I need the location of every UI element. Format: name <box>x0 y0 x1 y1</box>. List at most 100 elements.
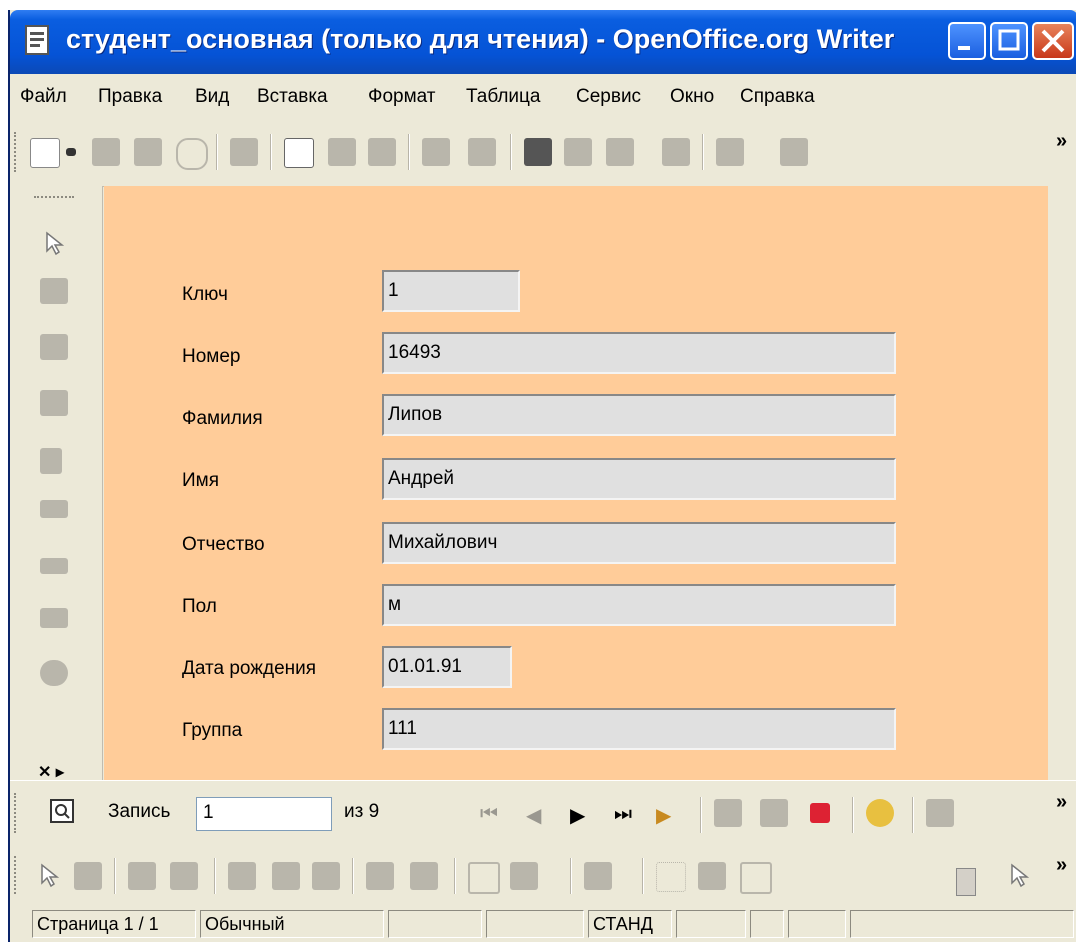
field-label-birthdate: Дата рождения <box>182 658 317 679</box>
toolbar-separator <box>570 858 572 894</box>
menu-window[interactable]: Окно <box>670 86 714 108</box>
anchor-icon[interactable] <box>510 862 538 890</box>
undo-record-icon[interactable] <box>760 799 788 827</box>
previous-record-button[interactable]: ◀ <box>526 803 541 828</box>
email-icon[interactable] <box>176 138 208 170</box>
snap-icon[interactable] <box>698 862 726 890</box>
menu-table[interactable]: Таблица <box>466 86 541 108</box>
formatted-field-icon[interactable] <box>40 390 68 416</box>
close-button[interactable] <box>1032 22 1074 60</box>
textbox-control-icon[interactable] <box>128 862 156 890</box>
toolbar-grip[interactable] <box>14 132 20 172</box>
document-right-edge <box>1048 186 1076 780</box>
next-record-button[interactable]: ▶ <box>570 803 585 828</box>
print-icon[interactable] <box>328 138 356 166</box>
field-label-surname: Фамилия <box>182 408 263 429</box>
status-language <box>486 910 584 938</box>
list-box-icon[interactable] <box>40 558 68 574</box>
combo-box-icon[interactable] <box>40 608 68 628</box>
field-list-icon[interactable] <box>410 862 438 890</box>
menu-tools[interactable]: Сервис <box>576 86 641 108</box>
field-input-name[interactable]: Андрей <box>382 458 896 500</box>
combo-box-icon[interactable] <box>272 862 300 890</box>
spellcheck-icon[interactable] <box>422 138 450 166</box>
field-input-group[interactable]: 111 <box>382 708 896 750</box>
field-input-surname[interactable]: Липов <box>382 394 896 436</box>
maximize-button[interactable] <box>990 22 1028 60</box>
alignment-icon[interactable] <box>584 862 612 890</box>
first-record-button[interactable]: ⏮ <box>480 803 498 826</box>
title-bar[interactable]: студент_основная (только для чтения) - O… <box>10 10 1076 74</box>
field-label-key: Ключ <box>182 284 228 305</box>
save-icon[interactable] <box>134 138 162 166</box>
select-pointer-icon[interactable] <box>38 862 60 888</box>
toolbar-separator <box>270 134 272 170</box>
list-box-icon[interactable] <box>228 862 256 890</box>
push-button-icon[interactable] <box>40 448 62 474</box>
undo-icon[interactable] <box>716 138 744 166</box>
redo-icon[interactable] <box>780 138 808 166</box>
field-label-gender: Пол <box>182 596 217 617</box>
field-input-gender[interactable]: м <box>382 584 896 626</box>
toolbar-separator <box>216 134 218 170</box>
drawbar-more-icon[interactable]: » <box>1056 854 1067 877</box>
field-input-key[interactable]: 1 <box>382 270 520 312</box>
formatted-field-icon[interactable] <box>170 862 198 890</box>
save-record-icon[interactable] <box>714 799 742 827</box>
record-number-input[interactable]: 1 <box>196 797 332 831</box>
helplines-icon[interactable] <box>740 862 772 894</box>
menu-format[interactable]: Формат <box>368 86 436 108</box>
sort-ascending-icon[interactable] <box>926 799 954 827</box>
grid-icon[interactable] <box>656 862 686 892</box>
field-label-number: Номер <box>182 346 241 367</box>
copy-icon[interactable] <box>564 138 592 166</box>
label-field-icon[interactable] <box>40 660 68 686</box>
minimize-button[interactable] <box>948 22 986 60</box>
cut-icon[interactable] <box>524 138 552 166</box>
field-input-patronymic[interactable]: Михайлович <box>382 522 896 564</box>
form-navigation-toolbar: Запись 1 из 9 ⏮ ◀ ▶ ⏭ ▶ » <box>10 780 1076 846</box>
writer-app-icon <box>25 25 49 55</box>
image-button-icon[interactable] <box>312 862 340 890</box>
menu-insert[interactable]: Вставка <box>257 86 328 108</box>
paste-icon[interactable] <box>606 138 634 166</box>
find-record-icon[interactable] <box>50 799 76 825</box>
toolbar-grip[interactable] <box>34 196 74 198</box>
option-button-icon[interactable] <box>40 500 68 518</box>
toolbar-grip[interactable] <box>14 793 20 833</box>
delete-record-icon[interactable] <box>810 803 830 823</box>
checkbox-control-icon[interactable] <box>74 862 102 890</box>
select-pointer-icon[interactable] <box>1008 862 1030 888</box>
select-pointer-icon[interactable] <box>42 230 66 256</box>
toolbar-separator <box>700 797 702 833</box>
toolbar-more-icon[interactable]: » <box>1056 130 1067 153</box>
refresh-icon[interactable] <box>866 799 894 827</box>
export-pdf-icon[interactable] <box>284 138 314 168</box>
checkbox-control-icon[interactable] <box>40 278 68 304</box>
menu-file[interactable]: Файл <box>20 86 67 108</box>
menu-edit[interactable]: Правка <box>98 86 162 108</box>
menu-help[interactable]: Справка <box>740 86 815 108</box>
last-record-button[interactable]: ⏭ <box>614 803 632 826</box>
navbar-more-icon[interactable]: » <box>1056 791 1067 814</box>
field-input-birthdate[interactable]: 01.01.91 <box>382 646 512 688</box>
new-dropdown-icon[interactable] <box>66 148 76 156</box>
wizard-icon[interactable] <box>366 862 394 890</box>
print-preview-icon[interactable] <box>368 138 396 166</box>
toolbar-separator <box>214 858 216 894</box>
document-area: Ключ 1 Номер 16493 Фамилия Липов Имя Анд… <box>104 186 1048 780</box>
open-icon[interactable] <box>92 138 120 166</box>
edit-file-icon[interactable] <box>230 138 258 166</box>
writer-window: студент_основная (только для чтения) - O… <box>8 10 1076 942</box>
control-properties-icon[interactable] <box>468 862 500 894</box>
autospellcheck-icon[interactable] <box>468 138 496 166</box>
new-record-button[interactable]: ▶ <box>656 803 671 828</box>
textbox-control-icon[interactable] <box>40 334 68 360</box>
clone-formatting-icon[interactable] <box>662 138 690 166</box>
new-document-icon[interactable] <box>30 138 60 168</box>
menu-view[interactable]: Вид <box>195 86 229 108</box>
field-input-number[interactable]: 16493 <box>382 332 896 374</box>
toolbar-grip[interactable] <box>14 856 20 894</box>
toolbar-options-button[interactable] <box>956 868 976 896</box>
more-controls-icon[interactable]: ✕ ▸ <box>38 762 64 782</box>
